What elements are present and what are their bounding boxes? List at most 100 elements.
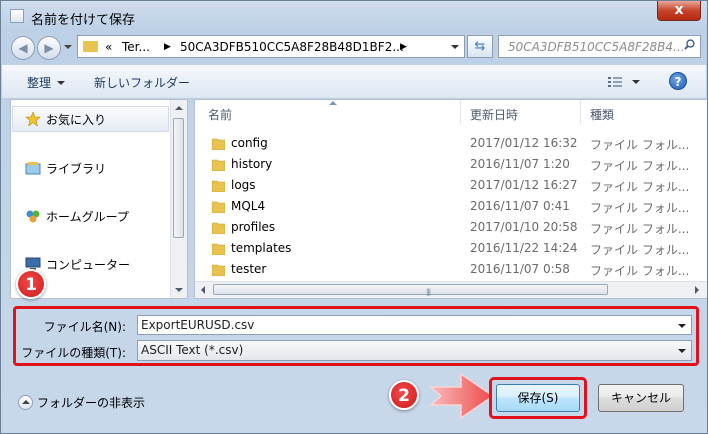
library-icon <box>25 162 41 175</box>
file-row[interactable]: profiles 2017/01/10 20:58 ファイル フォル... <box>195 218 707 239</box>
search-icon <box>684 39 695 50</box>
file-date: 2016/11/22 14:24 <box>470 241 578 255</box>
column-divider[interactable] <box>580 100 581 124</box>
breadcrumb-overflow[interactable]: « <box>105 40 112 54</box>
breadcrumb-terminal[interactable]: Ter... <box>122 40 150 54</box>
chevron-down-icon[interactable] <box>678 324 686 328</box>
file-name: config <box>231 136 268 150</box>
nav-item-label: お気に入り <box>46 113 107 127</box>
pointer-arrow-icon <box>429 372 495 420</box>
command-bar: 整理 新しいフォルダー ? <box>2 65 706 99</box>
save-button-highlight: 保存(S) <box>489 377 587 419</box>
nav-item-homegroup[interactable]: ホームグループ <box>25 208 129 225</box>
filetype-select[interactable]: ASCII Text (*.csv) <box>137 340 692 361</box>
nav-item-label: ライブラリ <box>46 162 107 176</box>
address-bar[interactable]: « Ter... ▶ 50CA3DFB510CC5A8F28B48D1BF2..… <box>77 35 465 58</box>
file-name: MQL4 <box>231 199 266 213</box>
file-name: tester <box>231 262 267 276</box>
filetype-label: ファイルの種類(T): <box>21 346 126 360</box>
file-row[interactable]: tester 2016/11/07 0:58 ファイル フォル... <box>195 260 707 281</box>
file-date: 2017/01/10 20:58 <box>470 220 578 234</box>
address-dropdown-icon[interactable] <box>451 45 459 49</box>
folder-icon <box>212 201 225 213</box>
organize-label: 整理 <box>27 76 52 90</box>
scroll-up-icon[interactable] <box>175 106 183 110</box>
file-name: templates <box>231 241 292 255</box>
scroll-left-icon[interactable] <box>201 286 205 294</box>
chevron-up-icon <box>18 395 33 410</box>
column-header-date[interactable]: 更新日時 <box>470 106 518 123</box>
chevron-down-icon[interactable] <box>678 349 686 353</box>
file-type: ファイル フォル... <box>590 201 690 215</box>
file-date: 2017/01/12 16:32 <box>470 136 578 150</box>
scroll-down-icon[interactable] <box>175 288 183 292</box>
filename-label: ファイル名(N): <box>43 320 126 334</box>
folder-icon <box>212 222 225 234</box>
file-date: 2017/01/12 16:27 <box>470 178 578 192</box>
sort-ascending-icon <box>329 101 337 105</box>
file-date: 2016/11/07 0:41 <box>470 199 570 213</box>
nav-item-label: ホームグループ <box>46 210 129 224</box>
column-header-name[interactable]: 名前 <box>208 106 232 123</box>
recent-pages-dropdown-icon[interactable] <box>64 45 72 49</box>
breadcrumb-separator-icon[interactable]: ▶ <box>400 42 407 52</box>
horizontal-scrollbar[interactable]: ||| <box>195 281 707 298</box>
forward-arrow-icon: ▶ <box>44 41 54 55</box>
column-header-type[interactable]: 種類 <box>590 106 614 123</box>
navigation-pane: お気に入り ライブラリ ホームグループ コンピューター <box>10 99 188 299</box>
nav-scroll-thumb[interactable] <box>173 118 184 238</box>
column-divider[interactable] <box>460 100 461 124</box>
filetype-value: ASCII Text (*.csv) <box>141 343 244 357</box>
file-type: ファイル フォル... <box>590 243 690 257</box>
folder-icon <box>212 243 225 255</box>
nav-item-libraries[interactable]: ライブラリ <box>25 160 106 177</box>
breadcrumb-separator-icon[interactable]: ▶ <box>164 42 171 52</box>
file-date: 2016/11/07 0:58 <box>470 262 570 276</box>
forward-button[interactable]: ▶ <box>37 36 61 60</box>
hide-folders-label: フォルダーの非表示 <box>37 396 146 410</box>
nav-item-computer[interactable]: コンピューター <box>25 256 130 273</box>
title-bar: 名前を付けて保存 x <box>1 1 707 31</box>
hide-folders-button[interactable]: フォルダーの非表示 <box>18 394 145 411</box>
view-dropdown-icon[interactable] <box>632 80 640 84</box>
file-type: ファイル フォル... <box>590 180 690 194</box>
back-button[interactable]: ◀ <box>11 36 35 60</box>
search-placeholder: 50CA3DFB510CC5A8F28B4... <box>508 40 685 54</box>
refresh-button[interactable]: ⇆ <box>467 35 493 58</box>
help-icon[interactable]: ? <box>669 72 687 90</box>
file-row[interactable]: MQL4 2016/11/07 0:41 ファイル フォル... <box>195 197 707 218</box>
filename-input[interactable]: ExportEURUSD.csv <box>137 315 692 335</box>
folder-icon <box>212 159 225 171</box>
nav-item-favorites[interactable]: お気に入り <box>25 111 106 128</box>
scroll-right-icon[interactable] <box>695 286 699 294</box>
file-name: profiles <box>231 220 276 234</box>
window-title: 名前を付けて保存 <box>31 13 136 28</box>
file-name: history <box>231 157 273 171</box>
horizontal-scroll-thumb[interactable]: ||| <box>213 284 608 296</box>
view-options-icon[interactable] <box>608 77 622 87</box>
file-row[interactable]: history 2016/11/07 1:20 ファイル フォル... <box>195 155 707 176</box>
file-date: 2016/11/07 1:20 <box>470 157 570 171</box>
file-type: ファイル フォル... <box>590 264 690 278</box>
organize-button[interactable]: 整理 <box>27 74 66 91</box>
file-type: ファイル フォル... <box>590 138 690 152</box>
close-button[interactable]: x <box>657 1 701 21</box>
nav-scrollbar[interactable] <box>170 100 187 298</box>
file-row[interactable]: templates 2016/11/22 14:24 ファイル フォル... <box>195 239 707 260</box>
save-dialog: 名前を付けて保存 x ◀ ▶ « Ter... ▶ 50CA3DFB510CC5… <box>0 0 708 434</box>
cancel-button[interactable]: キャンセル <box>598 384 684 412</box>
file-list: 名前 更新日時 種類 config 2017/01/12 16:32 ファイル フォ… <box>194 99 707 299</box>
breadcrumb-current-folder[interactable]: 50CA3DFB510CC5A8F28B48D1BF2... <box>180 40 404 54</box>
new-folder-button[interactable]: 新しいフォルダー <box>94 74 190 91</box>
search-box[interactable]: 50CA3DFB510CC5A8F28B4... <box>498 35 701 58</box>
step-badge-2: 2 <box>389 380 419 410</box>
save-button[interactable]: 保存(S) <box>496 384 580 412</box>
file-row[interactable]: config 2017/01/12 16:32 ファイル フォル... <box>195 134 707 155</box>
folder-icon <box>83 41 98 52</box>
folder-icon <box>212 180 225 192</box>
step-badge-1: 1 <box>16 269 46 299</box>
nav-item-label: コンピューター <box>46 258 131 272</box>
chevron-down-icon <box>57 81 66 85</box>
file-row[interactable]: logs 2017/01/12 16:27 ファイル フォル... <box>195 176 707 197</box>
file-name: logs <box>231 178 256 192</box>
